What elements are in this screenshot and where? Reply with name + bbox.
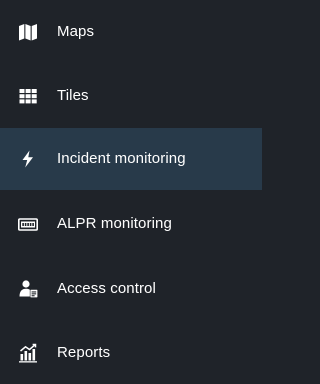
map-icon (18, 22, 38, 42)
sidebar-nav: Maps Tiles Incident monitoring ALPR moni… (0, 0, 262, 380)
sidebar-item-tiles[interactable]: Tiles (0, 65, 262, 127)
sidebar-item-label: ALPR monitoring (57, 215, 172, 232)
sidebar-item-label: Access control (57, 280, 156, 297)
sidebar-item-label: Incident monitoring (57, 150, 186, 167)
tiles-grid-icon (18, 86, 38, 106)
sidebar-item-reports[interactable]: Reports (0, 322, 262, 384)
license-plate-icon (18, 214, 38, 234)
sidebar-item-maps[interactable]: Maps (0, 1, 262, 63)
reports-chart-icon (18, 343, 38, 363)
sidebar-item-incident-monitoring[interactable]: Incident monitoring (0, 128, 262, 190)
sidebar-item-label: Reports (57, 344, 111, 361)
sidebar-item-alpr-monitoring[interactable]: ALPR monitoring (0, 193, 262, 255)
sidebar-item-label: Tiles (57, 87, 89, 104)
sidebar-item-access-control[interactable]: Access control (0, 258, 262, 320)
lightning-bolt-icon (18, 149, 38, 169)
access-control-icon (18, 279, 38, 299)
sidebar-item-label: Maps (57, 23, 95, 40)
